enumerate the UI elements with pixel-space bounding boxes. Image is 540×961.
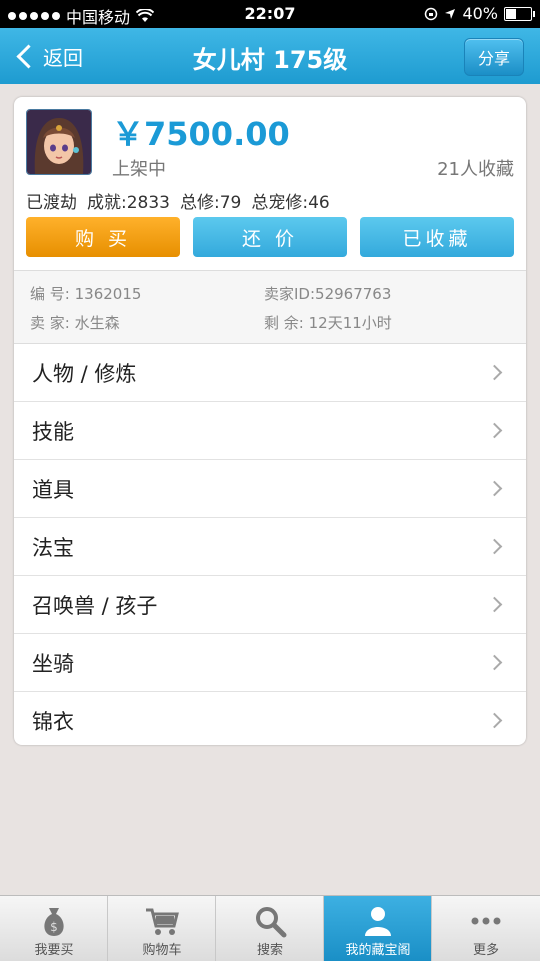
item-id-value: 1362015 xyxy=(74,285,142,303)
chevron-right-icon xyxy=(486,654,503,671)
page-title: 女儿村 175级 xyxy=(192,46,348,74)
chevron-right-icon xyxy=(486,422,503,439)
location-arrow-icon xyxy=(445,8,456,19)
remaining-value: 12天11小时 xyxy=(308,314,392,332)
menu-item-mounts[interactable]: 坐骑 xyxy=(14,634,526,692)
item-id-label: 编 号: xyxy=(30,285,70,303)
menu-item-label: 法宝 xyxy=(32,535,74,560)
detail-menu: 人物 / 修炼 技能 道具 法宝 召唤兽 / 孩子 坐骑 锦衣 xyxy=(14,344,526,745)
buy-button[interactable]: 购 买 xyxy=(26,217,180,257)
favorite-button[interactable]: 已收藏 xyxy=(360,217,514,257)
tab-buy[interactable]: $ 我要买 xyxy=(0,896,108,961)
seller-label: 卖 家: xyxy=(30,314,70,332)
tab-cart[interactable]: 购物车 xyxy=(108,896,216,961)
chevron-right-icon xyxy=(486,596,503,613)
stat-item: 总宠修:46 xyxy=(251,193,330,213)
favorite-count: 21人收藏 xyxy=(437,159,514,180)
status-right: 40% xyxy=(424,4,535,23)
tab-search[interactable]: 搜索 xyxy=(216,896,324,961)
user-icon xyxy=(365,907,391,936)
tab-label: 购物车 xyxy=(142,943,182,958)
tab-label: 我的藏宝阁 xyxy=(345,943,411,958)
tab-label: 更多 xyxy=(472,943,499,958)
search-icon xyxy=(256,907,287,938)
price-label: ￥7500.00 xyxy=(112,115,290,153)
chevron-right-icon xyxy=(486,480,503,497)
remaining-label: 剩 余: xyxy=(264,314,304,332)
item-card: ￥7500.00 上架中 21人收藏 已渡劫 成就:2833 总修:79 总宠修… xyxy=(14,97,526,745)
menu-item-label: 道具 xyxy=(32,477,74,502)
chevron-right-icon xyxy=(486,712,503,729)
tab-bar: $ 我要买 购物车 搜索 我的藏宝阁 更多 xyxy=(0,895,540,961)
more-icon xyxy=(471,917,501,925)
seller-id-label: 卖家ID: xyxy=(264,285,316,303)
remaining-time: 剩 余: 12天11小时 xyxy=(264,312,392,333)
chevron-right-icon xyxy=(486,364,503,381)
menu-item-character[interactable]: 人物 / 修炼 xyxy=(14,344,526,402)
character-stats: 已渡劫 成就:2833 总修:79 总宠修:46 xyxy=(26,188,330,213)
menu-item-label: 锦衣 xyxy=(32,709,74,734)
tab-more[interactable]: 更多 xyxy=(432,896,540,961)
seller-name: 卖 家: 水生森 xyxy=(30,312,120,333)
status-bar: 中国移动 22:07 40% xyxy=(0,0,540,28)
stat-item: 总修:79 xyxy=(180,193,242,213)
svg-text:$: $ xyxy=(50,920,58,934)
stat-item: 已渡劫 xyxy=(26,193,77,213)
menu-item-pets[interactable]: 召唤兽 / 孩子 xyxy=(14,576,526,634)
nav-bar: 返回 女儿村 175级 分享 xyxy=(0,28,540,84)
chevron-right-icon xyxy=(486,538,503,555)
menu-item-treasure[interactable]: 法宝 xyxy=(14,518,526,576)
tab-label: 搜索 xyxy=(256,943,283,958)
battery-percent: 40% xyxy=(462,4,498,23)
share-button[interactable]: 分享 xyxy=(464,38,524,76)
item-info: 编 号: 1362015 卖家ID:52967763 卖 家: 水生森 剩 余:… xyxy=(14,271,526,343)
menu-item-label: 召唤兽 / 孩子 xyxy=(32,593,158,618)
menu-item-items[interactable]: 道具 xyxy=(14,460,526,518)
seller-id-value: 52967763 xyxy=(315,285,392,303)
tab-label: 我要买 xyxy=(34,943,74,958)
money-bag-icon: $ xyxy=(44,908,64,936)
character-avatar xyxy=(26,109,92,175)
battery-icon xyxy=(504,6,535,21)
item-id: 编 号: 1362015 xyxy=(30,283,141,304)
seller-id: 卖家ID:52967763 xyxy=(264,283,391,304)
menu-item-outfits[interactable]: 锦衣 xyxy=(14,692,526,745)
menu-item-label: 人物 / 修炼 xyxy=(32,361,137,386)
menu-item-label: 技能 xyxy=(32,419,74,444)
seller-value: 水生森 xyxy=(74,314,120,332)
rotation-lock-icon xyxy=(425,7,438,20)
listing-status: 上架中 xyxy=(112,159,166,180)
cart-icon xyxy=(146,908,179,935)
menu-item-skills[interactable]: 技能 xyxy=(14,402,526,460)
menu-item-label: 坐骑 xyxy=(32,651,74,676)
tab-my-treasure[interactable]: 我的藏宝阁 xyxy=(324,896,432,961)
stat-item: 成就:2833 xyxy=(87,193,170,213)
bargain-button[interactable]: 还 价 xyxy=(193,217,347,257)
